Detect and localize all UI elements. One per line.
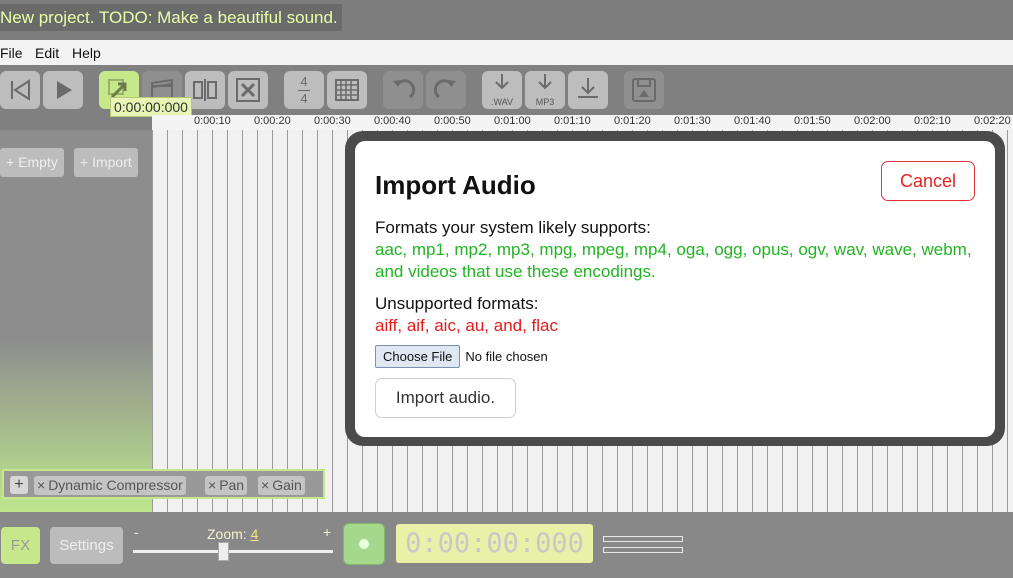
track-controls-panel [0,130,152,512]
time-signature-bottom: 4 [300,90,308,106]
ruler-tick: 0:00:10 [194,115,231,127]
undo-icon [393,79,416,99]
floppy-disk-icon [632,78,656,102]
choose-file-button[interactable]: Choose File [375,345,461,368]
export-mp3-button[interactable]: MP3 [525,71,565,109]
record-icon [359,539,369,549]
export-wav-button[interactable]: .WAV [482,71,522,109]
undo-button[interactable] [383,71,423,109]
dialog-title: Import Audio [375,170,536,200]
zoom-in-label[interactable]: + [323,524,331,540]
effect-chip-gain[interactable]: × Gain [258,476,305,495]
remove-effect-icon[interactable]: × [208,477,216,493]
cursor-time-tooltip: 0:00:00:000 [110,97,192,117]
ruler-tick: 0:01:40 [734,115,771,127]
download-tray-icon [578,78,598,98]
ruler-tick: 0:00:20 [254,115,291,127]
playback-time-display: 0:00:00:000 [396,524,593,563]
grid-button[interactable] [327,71,367,109]
settings-button[interactable]: Settings [50,527,123,564]
add-effect-button[interactable]: + [10,476,28,494]
level-meter-right [603,547,683,553]
ruler-tick: 0:01:10 [554,115,591,127]
record-button[interactable] [343,523,385,565]
effect-label: Pan [219,477,245,493]
add-empty-track-button[interactable]: + Empty [0,148,64,177]
zoom-value: 4 [250,526,259,542]
import-audio-button[interactable]: Import audio. [375,378,516,418]
unsupported-formats-list: aiff, aif, aic, au, and, flac [375,316,559,335]
cancel-button[interactable]: Cancel [881,161,975,201]
effect-label: Gain [272,477,302,493]
zoom-out-label[interactable]: - [134,524,139,540]
grid-icon [335,79,359,101]
file-input: Choose File No file chosen [375,345,548,368]
ruler-tick: 0:00:50 [434,115,471,127]
import-dialog-frame: Import Audio Cancel Formats your system … [345,131,1005,446]
effect-chip-pan[interactable]: × Pan [205,476,248,495]
bottom-bar: FX Settings - Zoom: 4 + 0:00:00:000 [0,512,1013,578]
menu-file[interactable]: File [0,45,23,61]
add-import-track-button[interactable]: + Import [74,148,138,177]
delete-button[interactable] [228,71,268,109]
unsupported-formats-label: Unsupported formats: [375,294,539,313]
skip-to-start-button[interactable] [0,71,40,109]
fx-button[interactable]: FX [1,527,40,564]
time-signature-button[interactable]: 4 4 [284,71,324,109]
ruler-tick: 0:01:20 [614,115,651,127]
time-signature-top: 4 [300,73,308,89]
zoom-slider-track[interactable] [133,550,333,553]
ruler-tick: 0:02:10 [914,115,951,127]
ruler-tick: 0:00:30 [314,115,351,127]
menu-edit[interactable]: Edit [35,45,59,61]
ruler-tick: 0:01:00 [494,115,531,127]
file-status: No file chosen [465,349,548,364]
split-icon [193,79,217,101]
download-project-button[interactable] [568,71,608,109]
effect-chip-dynamic-compressor[interactable]: × Dynamic Compressor [34,476,186,495]
level-meter-left [603,536,683,542]
zoom-label: Zoom: 4 [207,526,259,542]
menu-help[interactable]: Help [72,45,101,61]
timeline-ruler[interactable]: 0:00:10 0:00:20 0:00:30 0:00:40 0:00:50 … [152,115,1013,131]
title-bar: New project. TODO: Make a beautiful soun… [0,0,1013,40]
menu-bar: File Edit Help [0,40,1013,66]
project-title[interactable]: New project. TODO: Make a beautiful soun… [0,4,342,31]
supported-formats-label: Formats your system likely supports: [375,218,651,237]
skip-start-icon [11,79,30,101]
ruler-tick: 0:00:40 [374,115,411,127]
remove-effect-icon[interactable]: × [37,477,45,493]
ruler-tick: 0:02:20 [974,115,1011,127]
close-box-icon [236,78,260,102]
mp3-label: MP3 [535,97,555,107]
import-dialog: Import Audio Cancel Formats your system … [355,141,995,437]
wav-label: .WAV [491,97,513,107]
supported-formats-list: aac, mp1, mp2, mp3, mpg, mpeg, mp4, oga,… [375,240,972,281]
ruler-tick: 0:01:30 [674,115,711,127]
ruler-tick: 0:02:00 [854,115,891,127]
redo-button[interactable] [426,71,466,109]
ruler-tick: 0:01:50 [794,115,831,127]
zoom-slider-thumb[interactable] [217,542,229,561]
effect-label: Dynamic Compressor [48,477,183,493]
effects-chain: + × Dynamic Compressor × Pan × Gain [2,469,325,499]
redo-icon [433,79,456,99]
save-button[interactable] [624,71,664,109]
play-icon [57,81,72,99]
play-button[interactable] [43,71,83,109]
remove-effect-icon[interactable]: × [261,477,269,493]
